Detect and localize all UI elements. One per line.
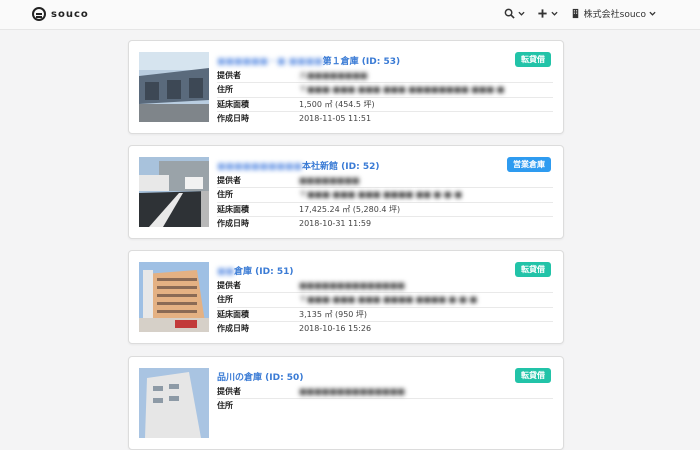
warehouse-photo-image	[139, 368, 209, 438]
area-label: 延床面積	[217, 309, 249, 319]
warehouse-title-redacted: ■■■■■■・■ ■■■■	[217, 57, 323, 67]
chevron-down-icon	[649, 11, 656, 16]
provider-label: 提供者	[217, 281, 241, 290]
warehouse-title-text: 品川の倉庫 (ID: 50)	[217, 373, 304, 383]
search-icon	[504, 8, 515, 19]
created-value: 2018-10-16 15:26	[299, 323, 372, 333]
warehouse-photo	[139, 262, 209, 332]
area-label: 延床面積	[217, 99, 249, 109]
brand-name: souco	[51, 8, 89, 20]
warehouse-photo-image	[139, 52, 209, 122]
created-label: 作成日時	[217, 323, 249, 333]
warehouse-card[interactable]: ■■■■■■■■■■本社新館 (ID: 52) 営業倉庫 提供者 ■■■■■■■■…	[128, 145, 564, 239]
warehouse-photo-image	[139, 262, 209, 332]
created-label: 作成日時	[217, 113, 249, 123]
plus-icon	[538, 9, 547, 18]
warehouse-title-text: 倉庫 (ID: 51)	[234, 267, 294, 277]
provider-label: 提供者	[217, 71, 241, 80]
warehouse-title[interactable]: ■■倉庫 (ID: 51)	[217, 264, 293, 277]
area-label: 延床面積	[217, 204, 249, 214]
chevron-down-icon	[518, 11, 525, 16]
warehouse-photo-image	[139, 157, 209, 227]
address-value: 〒■■■-■■■ ■■■ ■■■■ ■■■■ ■-■-■	[299, 295, 478, 305]
warehouse-photo	[139, 368, 209, 438]
provider-value[interactable]: ■■■■■■■■■■■■■■	[299, 279, 405, 292]
address-label: 住所	[217, 190, 233, 200]
navbar: souco 株式会社souco	[0, 0, 700, 30]
warehouse-title-redacted: ■■■■■■■■■■	[217, 162, 303, 172]
provider-value[interactable]: 大■■■■■■■■	[299, 69, 367, 82]
warehouse-title[interactable]: 品川の倉庫 (ID: 50)	[217, 370, 303, 383]
created-label: 作成日時	[217, 218, 249, 228]
warehouse-card[interactable]: 品川の倉庫 (ID: 50) 転貸借 提供者 ■■■■■■■■■■■■■■ 住所	[128, 356, 564, 450]
warehouse-title[interactable]: ■■■■■■・■ ■■■■第１倉庫 (ID: 53)	[217, 54, 400, 67]
warehouse-card[interactable]: ■■倉庫 (ID: 51) 転貸借 提供者 ■■■■■■■■■■■■■■ 住所 〒■…	[128, 250, 564, 344]
provider-value[interactable]: ■■■■■■■■■■■■■■	[299, 385, 405, 398]
address-value: 〒■■■-■■■ ■■■ ■■■ ■■■■■■■■ ■■■-■	[299, 85, 505, 95]
created-value: 2018-10-31 11:59	[299, 218, 372, 228]
warehouse-type-badge: 転貸借	[515, 52, 551, 67]
warehouse-photo	[139, 157, 209, 227]
area-value: 3,135 ㎡ (950 坪)	[299, 309, 368, 319]
warehouse-title-redacted: ■■	[217, 267, 235, 277]
chevron-down-icon	[551, 11, 558, 16]
company-menu[interactable]: 株式会社souco	[570, 7, 656, 20]
warehouse-type-badge: 転貸借	[515, 368, 551, 383]
warehouse-title-text: 第１倉庫 (ID: 53)	[322, 57, 401, 67]
address-value: 〒■■■-■■■ ■■■ ■■■■ ■■ ■-■-■	[299, 190, 462, 200]
address-label: 住所	[217, 401, 233, 411]
search-menu[interactable]	[504, 8, 525, 19]
warehouse-type-badge: 営業倉庫	[507, 157, 551, 172]
warehouse-card[interactable]: ■■■■■■・■ ■■■■第１倉庫 (ID: 53) 転貸借 提供者 大■■■■■…	[128, 40, 564, 134]
building-icon	[572, 8, 578, 19]
warehouse-type-badge: 転貸借	[515, 262, 551, 277]
provider-label: 提供者	[217, 387, 241, 396]
company-name: 株式会社souco	[583, 10, 646, 20]
add-menu[interactable]	[537, 8, 558, 19]
area-value: 1,500 ㎡ (454.5 坪)	[299, 99, 375, 109]
warehouse-title-text: 本社新館 (ID: 52)	[302, 162, 380, 172]
warehouse-photo	[139, 52, 209, 122]
warehouse-title[interactable]: ■■■■■■■■■■本社新館 (ID: 52)	[217, 159, 379, 172]
address-label: 住所	[217, 295, 233, 305]
created-value: 2018-11-05 11:51	[299, 113, 372, 123]
brand-logo-link[interactable]: souco	[32, 7, 89, 21]
souco-logo-icon	[32, 7, 46, 21]
address-label: 住所	[217, 85, 233, 95]
provider-value[interactable]: ■■■■■■■■	[299, 174, 359, 187]
area-value: 17,425.24 ㎡ (5,280.4 坪)	[299, 204, 401, 214]
provider-label: 提供者	[217, 176, 241, 185]
